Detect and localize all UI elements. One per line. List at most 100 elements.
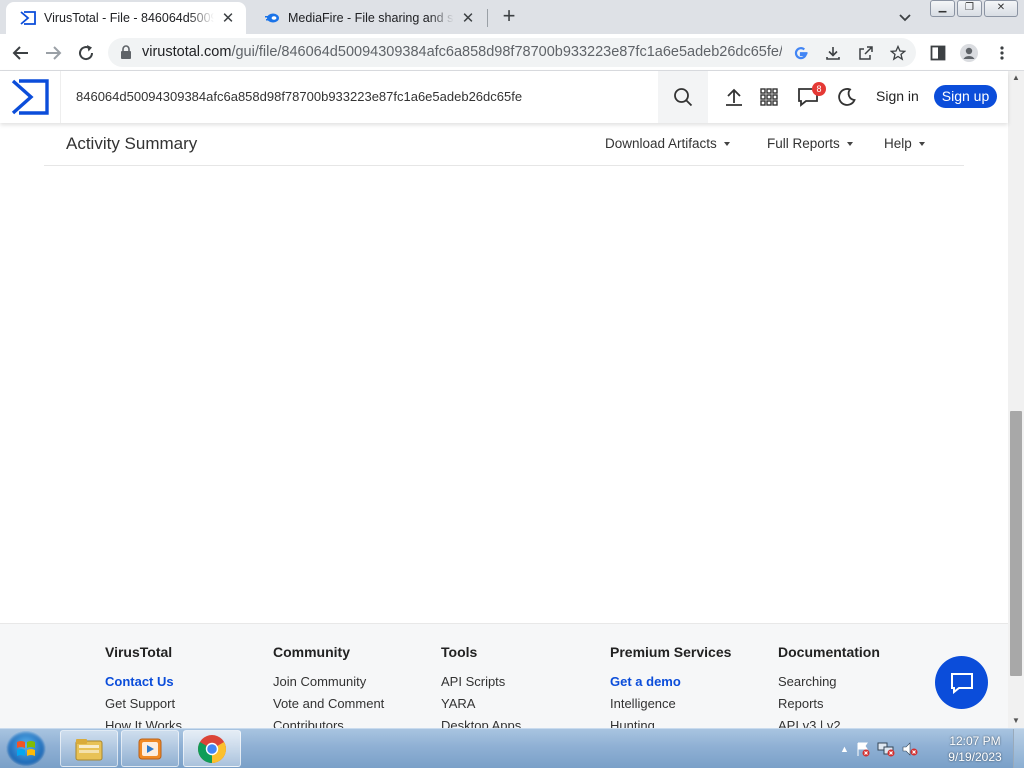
download-icon[interactable]: [824, 44, 842, 62]
media-player-icon: [138, 738, 162, 759]
footer-link-contributors[interactable]: Contributors: [273, 718, 433, 728]
upload-icon: [726, 88, 742, 106]
chrome-menu-icon[interactable]: [992, 43, 1012, 63]
taskbar-explorer[interactable]: [60, 730, 118, 767]
close-tab-icon[interactable]: ✕: [220, 9, 236, 27]
notification-badge: 8: [812, 82, 826, 96]
footer-link-intelligence[interactable]: Intelligence: [610, 696, 770, 711]
taskbar-media-player[interactable]: [121, 730, 179, 767]
virustotal-logo-icon[interactable]: [11, 79, 49, 115]
moon-icon: [838, 88, 856, 106]
windows-logo-icon: [17, 741, 35, 756]
footer-link-reports[interactable]: Reports: [778, 696, 938, 711]
mediafire-favicon-icon: [265, 13, 279, 23]
virustotal-header: 846064d50094309384afc6a858d98f78700b9332…: [0, 71, 1008, 123]
url-text: virustotal.com/gui/file/846064d500943093…: [142, 44, 782, 60]
show-desktop-button[interactable]: [1013, 729, 1024, 768]
chat-support-button[interactable]: [935, 656, 988, 709]
footer-heading: Community: [273, 644, 350, 660]
search-input[interactable]: 846064d50094309384afc6a858d98f78700b9332…: [76, 89, 522, 104]
dark-mode-toggle[interactable]: [835, 85, 859, 109]
scrollbar-thumb[interactable]: [1010, 411, 1022, 676]
lock-icon: [121, 45, 131, 59]
footer-link-get-a-demo[interactable]: Get a demo: [610, 674, 770, 689]
tab-title: MediaFire - File sharing and storage mad…: [288, 11, 454, 25]
show-hidden-icons-icon[interactable]: ▲: [840, 744, 849, 754]
tab-title: VirusTotal - File - 846064d50094309384af…: [44, 11, 214, 25]
side-panel-icon[interactable]: [928, 43, 948, 63]
new-tab-button[interactable]: +: [498, 5, 520, 29]
tab-mediafire[interactable]: MediaFire - File sharing and storage mad…: [250, 2, 486, 34]
footer-link-api-scripts[interactable]: API Scripts: [441, 674, 601, 689]
explorer-icon: [75, 738, 103, 760]
caret-down-icon: [723, 142, 730, 147]
start-button[interactable]: [6, 731, 46, 767]
profile-avatar-icon[interactable]: [959, 43, 979, 63]
back-button[interactable]: [10, 42, 32, 64]
footer-link-api[interactable]: API v3 | v2: [778, 718, 938, 728]
action-center-flag-icon[interactable]: [855, 741, 871, 757]
search-field[interactable]: 846064d50094309384afc6a858d98f78700b9332…: [60, 71, 658, 123]
help-menu[interactable]: Help: [884, 136, 925, 151]
caret-down-icon: [846, 142, 853, 147]
footer-link-hunting[interactable]: Hunting: [610, 718, 770, 728]
close-window-button[interactable]: ✕: [984, 0, 1018, 17]
taskbar-chrome[interactable]: [183, 730, 241, 767]
virustotal-favicon-icon: [20, 11, 36, 25]
sign-in-link[interactable]: Sign in: [876, 88, 919, 104]
address-bar[interactable]: virustotal.com/gui/file/846064d500943093…: [108, 38, 916, 67]
upload-button[interactable]: [722, 85, 746, 109]
footer-heading: Premium Services: [610, 644, 732, 660]
tab-virustotal[interactable]: VirusTotal - File - 846064d50094309384af…: [6, 2, 246, 34]
volume-muted-icon[interactable]: [901, 741, 919, 757]
footer-link-vote-and-comment[interactable]: Vote and Comment: [273, 696, 433, 711]
page-scrollbar[interactable]: ▲ ▼: [1008, 71, 1024, 728]
footer-column-tools: Tools API Scripts YARA Desktop Apps: [441, 644, 601, 728]
reload-icon: [79, 45, 94, 61]
footer-heading: Tools: [441, 644, 478, 660]
search-button[interactable]: [658, 71, 708, 123]
google-icon[interactable]: [792, 44, 810, 62]
sign-up-button[interactable]: Sign up: [934, 85, 997, 108]
browser-toolbar: virustotal.com/gui/file/846064d500943093…: [0, 34, 1024, 71]
forward-arrow-icon: [46, 46, 62, 60]
activity-summary-title: Activity Summary: [66, 134, 198, 153]
footer-link-yara[interactable]: YARA: [441, 696, 601, 711]
footer-column-premium-services: Premium Services Get a demo Intelligence…: [610, 644, 770, 728]
footer-column-virustotal: VirusTotal Contact Us Get Support How It…: [105, 644, 265, 728]
back-arrow-icon: [12, 46, 28, 60]
browser-tab-strip: VirusTotal - File - 846064d50094309384af…: [0, 0, 1024, 34]
footer-link-how-it-works[interactable]: How It Works: [105, 718, 265, 728]
restore-button[interactable]: ❐: [957, 0, 982, 17]
forward-button[interactable]: [42, 42, 64, 64]
system-tray: ▲: [840, 729, 919, 768]
system-clock[interactable]: 12:07 PM 9/19/2023: [940, 733, 1010, 765]
footer-link-get-support[interactable]: Get Support: [105, 696, 265, 711]
reload-button[interactable]: [75, 42, 97, 64]
footer-link-searching[interactable]: Searching: [778, 674, 938, 689]
footer-column-documentation: Documentation Searching Reports API v3 |…: [778, 644, 938, 728]
caret-down-icon: [918, 142, 925, 147]
clock-date: 9/19/2023: [948, 750, 1002, 764]
activity-summary-bar: Activity Summary Download Artifacts Full…: [44, 123, 964, 166]
search-icon: [674, 88, 693, 107]
chrome-icon: [198, 734, 226, 763]
minimize-button[interactable]: ▁: [930, 0, 955, 17]
share-icon[interactable]: [857, 44, 875, 62]
chat-icon: [950, 672, 973, 694]
close-tab-icon[interactable]: ✕: [460, 9, 476, 27]
apps-grid-button[interactable]: [757, 85, 781, 109]
tab-divider: [487, 9, 488, 27]
network-icon[interactable]: [877, 741, 895, 757]
tab-search-chevron-icon[interactable]: [896, 8, 914, 26]
clock-time: 12:07 PM: [949, 734, 1001, 748]
scroll-down-arrow-icon[interactable]: ▼: [1008, 714, 1024, 728]
footer-link-contact-us[interactable]: Contact Us: [105, 674, 265, 689]
download-artifacts-menu[interactable]: Download Artifacts: [605, 136, 730, 151]
full-reports-menu[interactable]: Full Reports: [767, 136, 853, 151]
footer-link-join-community[interactable]: Join Community: [273, 674, 433, 689]
bookmark-star-icon[interactable]: [889, 44, 907, 62]
footer-link-desktop-apps[interactable]: Desktop Apps: [441, 718, 601, 728]
scroll-up-arrow-icon[interactable]: ▲: [1008, 71, 1024, 85]
footer-heading: VirusTotal: [105, 644, 173, 660]
